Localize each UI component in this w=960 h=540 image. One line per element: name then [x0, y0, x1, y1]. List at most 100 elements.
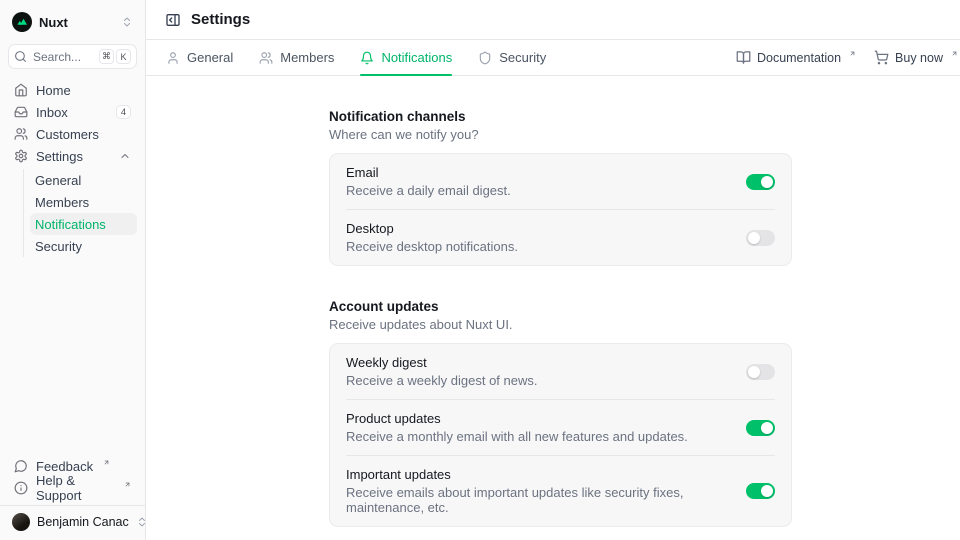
chat-bubble-icon [14, 459, 28, 473]
sidebar-item-label: Inbox [36, 105, 68, 120]
link-label: Documentation [757, 51, 841, 65]
main-area: Settings General Members [146, 0, 960, 540]
search-shortcut: ⌘ K [99, 49, 131, 64]
page-header: Settings [146, 0, 960, 40]
shield-icon [478, 51, 492, 65]
sidebar-item-label: General [35, 173, 81, 188]
tab-members[interactable]: Members [259, 40, 334, 75]
bell-icon [360, 51, 374, 65]
sidebar-item-general[interactable]: General [30, 169, 137, 191]
external-link-icon [124, 481, 131, 488]
section-account-updates: Account updates Receive updates about Nu… [329, 300, 960, 527]
collapse-sidebar-icon[interactable] [165, 12, 181, 28]
tab-bar: General Members Notifications [146, 40, 960, 76]
sidebar-item-label: Settings [36, 149, 83, 164]
sidebar-item-help-support[interactable]: Help & Support [8, 477, 137, 499]
sidebar-item-label: Customers [36, 127, 99, 142]
documentation-link[interactable]: Documentation [736, 50, 856, 65]
setting-row-important-updates: Important updates Receive emails about i… [330, 456, 791, 526]
setting-label: Desktop [346, 221, 518, 236]
important-updates-toggle[interactable] [746, 483, 775, 499]
kbd-meta: ⌘ [99, 49, 114, 64]
settings-content: Notification channels Where can we notif… [146, 76, 960, 540]
sidebar-item-security[interactable]: Security [30, 235, 137, 257]
desktop-toggle[interactable] [746, 230, 775, 246]
tab-general[interactable]: General [166, 40, 233, 75]
tab-label: General [187, 50, 233, 65]
sidebar-item-members[interactable]: Members [30, 191, 137, 213]
tab-label: Members [280, 50, 334, 65]
gear-icon [14, 149, 28, 163]
search-placeholder: Search... [33, 50, 93, 64]
setting-row-product-updates: Product updates Receive a monthly email … [330, 400, 791, 455]
inbox-icon [14, 105, 28, 119]
external-link-icon [103, 459, 110, 466]
setting-label: Product updates [346, 411, 688, 426]
nuxt-logo-icon [12, 12, 32, 32]
sidebar-item-customers[interactable]: Customers [8, 123, 137, 145]
sidebar-item-home[interactable]: Home [8, 79, 137, 101]
sidebar-item-label: Security [35, 239, 82, 254]
toggle-knob [761, 485, 773, 497]
cart-icon [874, 50, 889, 65]
toggle-knob [761, 176, 773, 188]
toggle-knob [748, 366, 760, 378]
external-link-icon [951, 50, 958, 57]
inbox-count-badge: 4 [116, 105, 131, 119]
product-updates-toggle[interactable] [746, 420, 775, 436]
user-name: Benjamin Canac [37, 515, 129, 529]
info-circle-icon [14, 481, 28, 495]
toggle-knob [761, 422, 773, 434]
sidebar-nav: Home Inbox 4 Customers Settings [8, 79, 137, 257]
toggle-knob [748, 232, 760, 244]
users-icon [259, 51, 273, 65]
kbd-key: K [116, 49, 131, 64]
section-description: Where can we notify you? [329, 128, 960, 141]
buy-now-link[interactable]: Buy now [874, 50, 958, 65]
users-icon [14, 127, 28, 141]
home-icon [14, 83, 28, 97]
email-toggle[interactable] [746, 174, 775, 190]
external-link-icon [849, 50, 856, 57]
sidebar-item-label: Feedback [36, 459, 93, 474]
team-picker[interactable]: Nuxt [8, 8, 137, 36]
settings-card: Weekly digest Receive a weekly digest of… [329, 343, 792, 527]
section-title: Notification channels [329, 110, 960, 124]
setting-description: Receive desktop notifications. [346, 239, 518, 254]
settings-subtree: General Members Notifications Security [23, 169, 137, 257]
setting-label: Weekly digest [346, 355, 537, 370]
tab-label: Notifications [381, 50, 452, 65]
settings-card: Email Receive a daily email digest. Desk… [329, 153, 792, 266]
setting-row-email: Email Receive a daily email digest. [330, 154, 791, 209]
tab-security[interactable]: Security [478, 40, 546, 75]
search-input[interactable]: Search... ⌘ K [8, 44, 137, 69]
user-menu[interactable]: Benjamin Canac [8, 506, 137, 538]
setting-description: Receive a monthly email with all new fea… [346, 429, 688, 444]
weekly-digest-toggle[interactable] [746, 364, 775, 380]
app-root: Nuxt Search... ⌘ K Home [0, 0, 960, 540]
sidebar-item-notifications[interactable]: Notifications [30, 213, 137, 235]
section-title: Account updates [329, 300, 960, 314]
section-description: Receive updates about Nuxt UI. [329, 318, 960, 331]
sidebar-item-label: Members [35, 195, 89, 210]
sidebar: Nuxt Search... ⌘ K Home [0, 0, 146, 540]
tab-notifications[interactable]: Notifications [360, 40, 452, 75]
book-open-icon [736, 50, 751, 65]
avatar [12, 513, 30, 531]
sidebar-spacer [8, 257, 137, 455]
setting-label: Email [346, 165, 511, 180]
sidebar-item-inbox[interactable]: Inbox 4 [8, 101, 137, 123]
setting-row-weekly-digest: Weekly digest Receive a weekly digest of… [330, 344, 791, 399]
user-icon [166, 51, 180, 65]
sidebar-item-settings[interactable]: Settings [8, 145, 137, 167]
setting-label: Important updates [346, 467, 730, 482]
section-notification-channels: Notification channels Where can we notif… [329, 110, 960, 266]
header-links: Documentation Buy now [736, 40, 958, 75]
sidebar-item-label: Home [36, 83, 71, 98]
setting-row-desktop: Desktop Receive desktop notifications. [330, 210, 791, 265]
search-icon [14, 50, 27, 63]
chevrons-up-down-icon [121, 16, 133, 28]
setting-description: Receive a daily email digest. [346, 183, 511, 198]
tabs: General Members Notifications [166, 40, 546, 75]
setting-description: Receive emails about important updates l… [346, 485, 730, 515]
